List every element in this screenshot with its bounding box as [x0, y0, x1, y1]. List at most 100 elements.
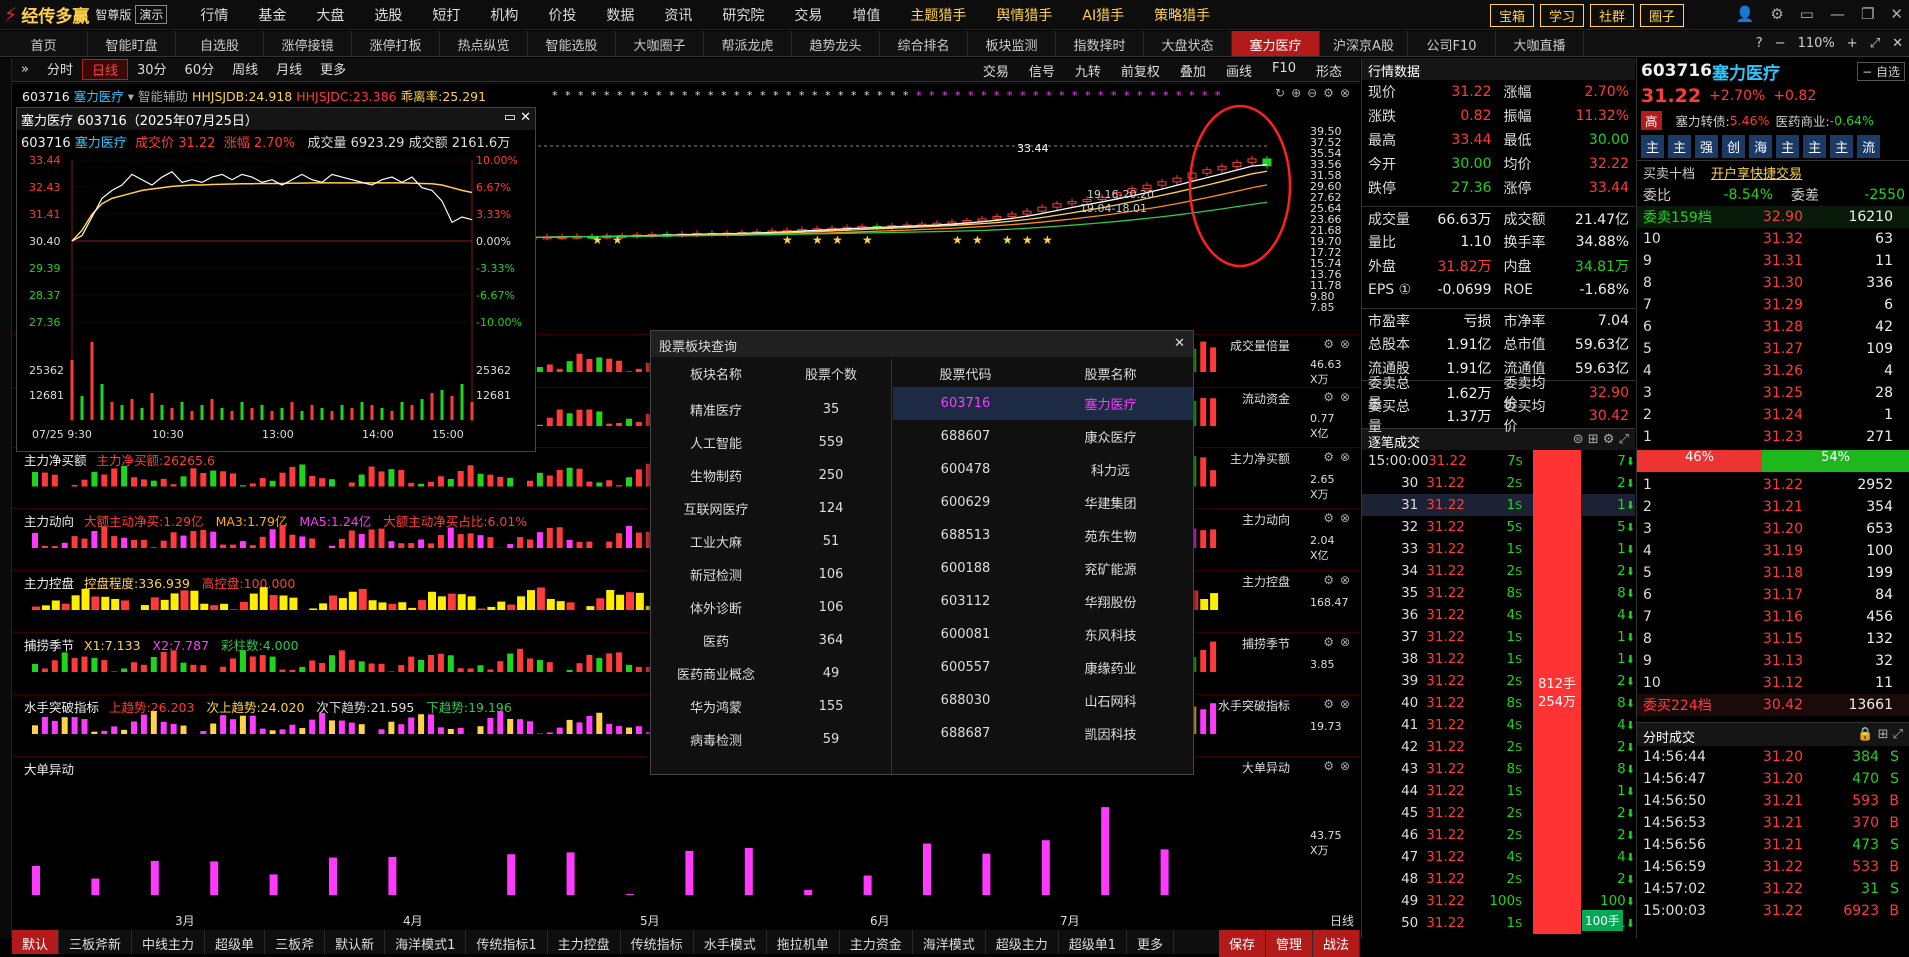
menu-item[interactable]: 机构: [475, 5, 533, 25]
menu-item[interactable]: 舆情猎手: [981, 5, 1067, 25]
bottom-action-button[interactable]: 战法: [1313, 930, 1360, 957]
top-button[interactable]: 圈子: [1640, 4, 1684, 27]
zoom-out-icon[interactable]: −: [1775, 36, 1786, 51]
menu-item[interactable]: AI猎手: [1067, 5, 1139, 25]
menu-item[interactable]: 数据: [591, 5, 649, 25]
sector-row[interactable]: 精准医疗35: [651, 393, 891, 426]
feature-chip[interactable]: 主: [1641, 135, 1664, 158]
sector-row[interactable]: 华为鸿蒙155: [651, 690, 891, 723]
chart-tool-button[interactable]: 交易: [973, 61, 1019, 80]
menu-item[interactable]: 大盘: [301, 5, 359, 25]
feature-chip[interactable]: 创: [1722, 135, 1745, 158]
tab[interactable]: 首页: [0, 31, 88, 56]
period-tab[interactable]: 60分: [176, 59, 224, 80]
screen-icon[interactable]: ▭: [1800, 5, 1814, 23]
add-favorite-button[interactable]: − 自选: [1857, 62, 1905, 81]
sector-row[interactable]: 工业大麻51: [651, 525, 891, 558]
menu-item[interactable]: 资讯: [649, 5, 707, 25]
sidebar-toggle-icon[interactable]: »: [12, 62, 38, 77]
chart-tool-button[interactable]: 形态: [1306, 61, 1352, 80]
menu-item[interactable]: 价投: [533, 5, 591, 25]
feature-chip[interactable]: 海: [1749, 135, 1772, 158]
sector-row[interactable]: 体外诊断106: [651, 591, 891, 624]
template-tab[interactable]: 拖拉机单: [767, 930, 840, 954]
tab[interactable]: 指数择时: [1056, 31, 1144, 56]
menu-item[interactable]: 增值: [837, 5, 895, 25]
tab[interactable]: 综合排名: [880, 31, 968, 56]
chart-tool-button[interactable]: 信号: [1019, 61, 1065, 80]
period-tab[interactable]: 30分: [128, 59, 176, 80]
feature-chip[interactable]: 流: [1857, 135, 1880, 158]
indicator-tools[interactable]: ⚙⊗: [1323, 450, 1356, 464]
sector-query-dialog[interactable]: 股票板块查询✕ 板块名称股票个数 精准医疗35人工智能559生物制药250互联网…: [650, 330, 1194, 775]
template-tab[interactable]: 超级单1: [1059, 930, 1127, 954]
stock-row[interactable]: 603112华翔股份: [893, 585, 1193, 618]
indicator-tools[interactable]: ⚙⊗: [1323, 390, 1356, 404]
period-tab[interactable]: 周线: [223, 59, 267, 80]
bottom-action-button[interactable]: 保存: [1219, 930, 1266, 957]
top-button[interactable]: 社群: [1590, 4, 1634, 27]
menu-item[interactable]: 交易: [779, 5, 837, 25]
stock-row[interactable]: 603716塞力医疗: [893, 387, 1193, 420]
tab[interactable]: 大盘状态: [1144, 31, 1232, 56]
template-tab[interactable]: 主力资金: [840, 930, 913, 954]
tag-convertible[interactable]: 塞力转债:: [1676, 111, 1730, 130]
tab[interactable]: 趋势龙头: [792, 31, 880, 56]
indicator-tools[interactable]: ⚙⊗: [1323, 337, 1356, 351]
close-icon[interactable]: ✕: [1890, 5, 1903, 23]
template-tab[interactable]: 海洋模式: [913, 930, 986, 954]
restore-icon[interactable]: ❐: [1861, 5, 1874, 23]
period-tab[interactable]: 月线: [267, 59, 311, 80]
indicator-tools[interactable]: ⚙⊗: [1323, 573, 1356, 587]
sector-row[interactable]: 新冠检测106: [651, 558, 891, 591]
bottom-action-button[interactable]: 管理: [1266, 930, 1313, 957]
indicator-panel[interactable]: 大单异动大单异动⚙⊗43.75X万: [12, 756, 1360, 912]
menu-item[interactable]: 行情: [185, 5, 243, 25]
sector-row[interactable]: 医药商业概念49: [651, 657, 891, 690]
period-tab[interactable]: 日线: [82, 59, 128, 80]
tab-close-icon[interactable]: ✕: [1892, 36, 1903, 51]
tab[interactable]: 塞力医疗: [1232, 31, 1320, 56]
tab[interactable]: 智能盯盘: [88, 31, 176, 56]
indicator-tools[interactable]: ⚙⊗: [1323, 697, 1356, 711]
template-tab[interactable]: 三板斧新: [59, 930, 132, 954]
template-tab[interactable]: 三板斧: [265, 930, 325, 954]
period-tab[interactable]: 更多: [311, 59, 355, 80]
tab[interactable]: 板块监测: [968, 31, 1056, 56]
template-tab[interactable]: 超级主力: [986, 930, 1059, 954]
stock-row[interactable]: 688607康众医疗: [893, 420, 1193, 453]
chart-tool-button[interactable]: F10: [1262, 61, 1306, 80]
minimize-icon[interactable]: —: [1830, 5, 1845, 23]
intraday-popup[interactable]: 塞力医疗 603716（2025年07月25日）▭ ✕ 603716 塞力医疗 …: [16, 107, 536, 452]
user-icon[interactable]: 👤: [1736, 5, 1755, 23]
tab[interactable]: 帮派龙虎: [704, 31, 792, 56]
quick-trade-link[interactable]: 开户享快捷交易: [1711, 163, 1802, 182]
intraday-chart[interactable]: 33.4432.4331.4130.4029.3928.3727.3625362…: [17, 152, 535, 452]
period-tab[interactable]: 分时: [38, 59, 82, 80]
top-button[interactable]: 宝箱: [1490, 4, 1534, 27]
left-side-strip[interactable]: [0, 58, 12, 938]
tab[interactable]: 涨停打板: [352, 31, 440, 56]
menu-item[interactable]: 研究院: [707, 5, 779, 25]
menu-item[interactable]: 短打: [417, 5, 475, 25]
template-tab[interactable]: 主力控盘: [548, 930, 621, 954]
stock-row[interactable]: 688513苑东生物: [893, 519, 1193, 552]
indicator-tools[interactable]: ⚙⊗: [1323, 635, 1356, 649]
feature-chip[interactable]: 主: [1668, 135, 1691, 158]
indicator-tools[interactable]: ⚙⊗: [1323, 759, 1356, 773]
sector-row[interactable]: 生物制药250: [651, 459, 891, 492]
template-tab[interactable]: 海洋模式1: [385, 930, 466, 954]
tab[interactable]: 大咖直播: [1496, 31, 1584, 56]
stock-row[interactable]: 688030山石网科: [893, 684, 1193, 717]
tag-sector[interactable]: 医药商业:: [1775, 111, 1829, 130]
popup-controls[interactable]: ▭ ✕: [504, 110, 531, 128]
template-tab[interactable]: 超级单: [205, 930, 265, 954]
feature-chip[interactable]: 主: [1776, 135, 1799, 158]
feature-chip[interactable]: 强: [1695, 135, 1718, 158]
sector-row[interactable]: 病毒检测59: [651, 723, 891, 756]
menu-item[interactable]: 策略猎手: [1139, 5, 1225, 25]
demo-badge[interactable]: 演示: [135, 5, 167, 24]
menu-item[interactable]: 选股: [359, 5, 417, 25]
stock-row[interactable]: 600188兖矿能源: [893, 552, 1193, 585]
menu-item[interactable]: 主题猎手: [895, 5, 981, 25]
